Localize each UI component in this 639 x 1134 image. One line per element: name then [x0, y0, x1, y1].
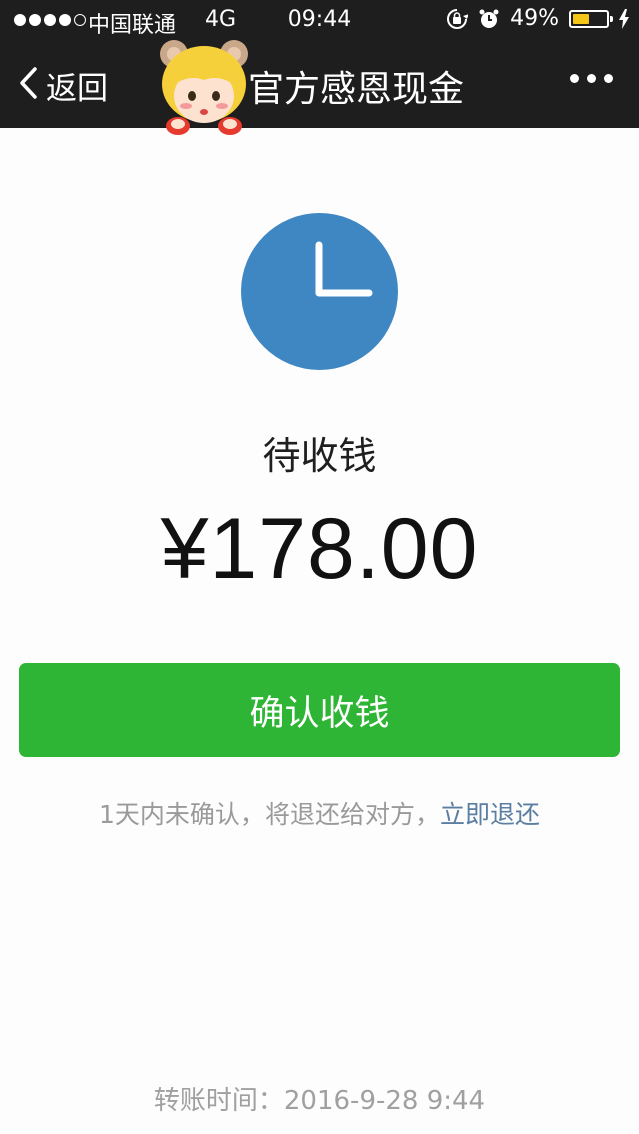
- more-dots-icon[interactable]: [570, 74, 613, 83]
- battery-percent: 49%: [510, 6, 559, 31]
- payment-status: 待收钱: [262, 434, 377, 478]
- transfer-amount: ¥178.00: [160, 501, 479, 597]
- chevron-left-icon: [18, 66, 38, 104]
- cartoon-girl-sticker: [148, 34, 258, 148]
- battery-icon: [569, 9, 613, 28]
- refund-notice: 1天内未确认，将退还给对方，立即退还: [0, 795, 639, 831]
- rotation-lock-icon: [446, 8, 469, 30]
- refund-now-link[interactable]: 立即退还: [440, 800, 540, 829]
- charging-icon: [619, 8, 629, 29]
- navigation-bar: 返回 官方感恩现金: [0, 42, 639, 128]
- alarm-icon: [478, 8, 500, 30]
- back-button[interactable]: 返回: [18, 62, 108, 108]
- clock-icon: [241, 213, 398, 370]
- page-title: 官方感恩现金: [248, 69, 465, 110]
- status-right-group: 49%: [446, 6, 629, 31]
- back-label: 返回: [46, 70, 108, 107]
- notice-text: 1天内未确认，将退还给对方，: [99, 800, 440, 829]
- transfer-time: 转账时间：2016-9-28 9:44: [153, 1086, 486, 1116]
- status-bar: 中国联通 4G 09:44 49%: [0, 0, 639, 42]
- confirm-receive-button[interactable]: 确认收钱: [19, 663, 620, 757]
